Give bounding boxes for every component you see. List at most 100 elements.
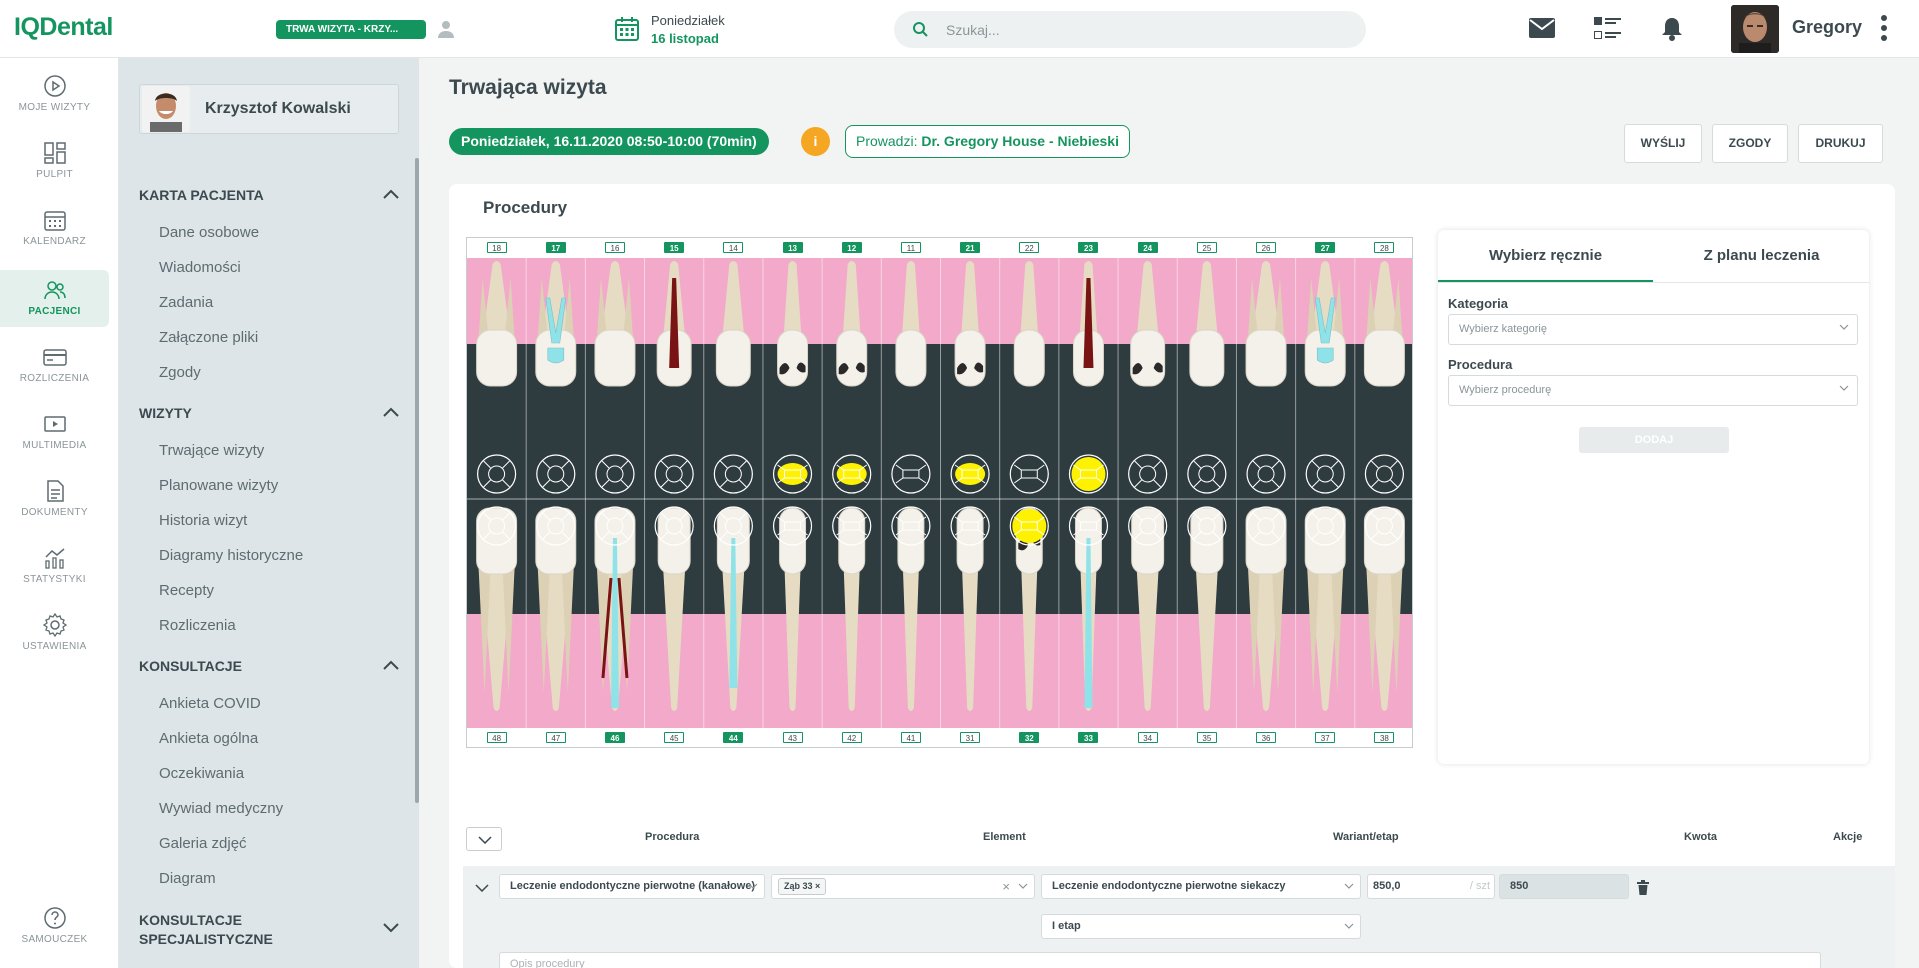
card-title: Procedury <box>483 198 568 217</box>
menu-rozliczenia[interactable]: Rozliczenia <box>159 617 236 634</box>
remove-tag-icon[interactable]: × <box>815 881 820 891</box>
menu-historia-wizyt[interactable]: Historia wizyt <box>159 512 247 529</box>
tab-wybierz-recznie[interactable]: Wybierz ręcznie <box>1438 230 1653 282</box>
menu-dane-osobowe[interactable]: Dane osobowe <box>159 224 259 241</box>
calendar-icon[interactable] <box>614 16 640 42</box>
col-element: Element <box>983 831 1026 843</box>
upper-tooth-crown <box>594 329 636 387</box>
add-procedure-button[interactable]: DODAJ <box>1579 427 1729 453</box>
row-variant-select[interactable]: Leczenie endodontyczne pierwotne siekacz… <box>1041 874 1361 899</box>
section-title: KONSULTACJE SPECJALISTYCZNE <box>139 912 273 947</box>
menu-ankieta-covid[interactable]: Ankieta COVID <box>159 695 261 712</box>
nav-rozliczenia[interactable]: ROZLICZENIA <box>0 337 109 394</box>
top-bar: IQDental TRWA WIZYTA - KRZY... Poniedzia… <box>0 0 1919 58</box>
upper-tooth-crown <box>954 329 986 387</box>
nav-pulpit[interactable]: PULPIT <box>0 133 109 190</box>
procedure-select[interactable]: Wybierz procedurę <box>1448 375 1858 406</box>
menu-galeria-zdjec[interactable]: Galeria zdjęć <box>159 835 247 852</box>
nav-multimedia[interactable]: MULTIMEDIA <box>0 404 109 461</box>
row-stage-select[interactable]: I etap <box>1041 914 1361 939</box>
credit-card-icon <box>42 349 67 366</box>
user-avatar[interactable] <box>1731 5 1779 53</box>
list-icon[interactable] <box>1594 17 1621 41</box>
media-icon <box>43 416 66 432</box>
consents-button[interactable]: ZGODY <box>1712 124 1788 163</box>
patient-card[interactable]: Krzysztof Kowalski <box>139 84 399 134</box>
menu-diagramy-historyczne[interactable]: Diagramy historyczne <box>159 547 303 564</box>
section-konsultacje-specjalistyczne[interactable]: KONSULTACJE SPECJALISTYCZNE <box>139 911 399 949</box>
nav-ustawienia[interactable]: USTAWIENIA <box>0 605 109 662</box>
procedure-label: Procedura <box>1448 357 1513 372</box>
upper-tooth-crown <box>1245 329 1287 387</box>
occlusal-center <box>902 469 920 479</box>
more-icon[interactable] <box>1880 14 1888 42</box>
user-name[interactable]: Gregory <box>1792 17 1862 38</box>
chevron-down-icon <box>1344 883 1354 889</box>
occlusal-lines <box>1371 460 1398 488</box>
element-tag: Ząb 33 × <box>778 878 827 895</box>
collapse-all-button[interactable] <box>466 827 502 851</box>
left-navigation: MOJE WIZYTY PULPIT KALENDARZ PACJENCI RO… <box>0 58 119 968</box>
chevron-down-icon <box>1344 923 1354 929</box>
category-placeholder: Wybierz kategorię <box>1459 323 1547 335</box>
row-qty-input[interactable]: 850,0 / szt <box>1367 874 1495 899</box>
procedures-card: Procedury 18 17 16 15 14 13 12 11 21 22 23 24 25 26 27… <box>449 184 1895 968</box>
menu-wiadomosci[interactable]: Wiadomości <box>159 259 241 276</box>
teeth-diagram[interactable] <box>467 238 1413 748</box>
lower-tooth-crown <box>897 507 925 575</box>
category-select[interactable]: Wybierz kategorię <box>1448 314 1858 345</box>
nav-pacjenci[interactable]: PACJENCI <box>0 270 109 327</box>
mail-icon[interactable] <box>1529 18 1555 38</box>
visit-info-badge[interactable]: i <box>801 127 830 156</box>
procedure-row: Leczenie endodontyczne pierwotne (kanało… <box>463 866 1895 968</box>
lower-tooth-crown <box>838 507 866 575</box>
tab-z-planu-leczenia[interactable]: Z planu leczenia <box>1654 230 1869 282</box>
occlusal-center <box>665 465 683 483</box>
row-procedure-select[interactable]: Leczenie endodontyczne pierwotne (kanało… <box>499 874 765 899</box>
row-description-input[interactable]: Opis procedury <box>499 952 1821 968</box>
print-button[interactable]: DRUKUJ <box>1798 124 1883 163</box>
date-date: 16 listopad <box>651 31 719 46</box>
occlusal-center <box>724 465 742 483</box>
user-icon[interactable] <box>436 19 456 39</box>
nav-kalendarz[interactable]: KALENDARZ <box>0 200 109 257</box>
menu-oczekiwania[interactable]: Oczekiwania <box>159 765 244 782</box>
chevron-down-icon[interactable] <box>475 884 489 892</box>
menu-ankieta-ogolna[interactable]: Ankieta ogólna <box>159 730 258 747</box>
send-button[interactable]: WYŚLIJ <box>1624 124 1702 163</box>
bell-icon[interactable] <box>1661 16 1683 41</box>
section-konsultacje[interactable]: KONSULTACJE <box>139 658 399 674</box>
menu-zalaczone-pliki[interactable]: Załączone pliki <box>159 329 258 346</box>
nav-moje-wizyty[interactable]: MOJE WIZYTY <box>0 66 109 123</box>
upper-tooth-crown <box>1363 329 1405 387</box>
clear-icon[interactable]: × <box>1002 875 1010 898</box>
occlusal-outer-ring <box>476 454 517 494</box>
section-wizyty[interactable]: WIZYTY <box>139 405 399 421</box>
active-visit-badge[interactable]: TRWA WIZYTA - KRZY... <box>276 20 426 39</box>
menu-planowane-wizyty[interactable]: Planowane wizyty <box>159 477 278 494</box>
nav-dokumenty[interactable]: DOKUMENTY <box>0 471 109 528</box>
app-logo[interactable]: IQDental <box>14 13 113 42</box>
patient-avatar <box>142 86 190 132</box>
lower-tooth-root <box>1195 568 1218 711</box>
occlusal-lines <box>483 460 510 488</box>
menu-zgody[interactable]: Zgody <box>159 364 201 381</box>
menu-trwajace-wizyty[interactable]: Trwające wizyty <box>159 442 264 459</box>
nav-samouczek[interactable]: SAMOUCZEK <box>0 898 109 955</box>
nav-statystyki[interactable]: STATYSTYKI <box>0 538 109 595</box>
menu-zadania[interactable]: Zadania <box>159 294 213 311</box>
chevron-down-icon <box>748 883 758 889</box>
doctor-prefix: Prowadzi: <box>856 133 922 149</box>
menu-diagram[interactable]: Diagram <box>159 870 216 887</box>
menu-wywiad-medyczny[interactable]: Wywiad medyczny <box>159 800 283 817</box>
lower-tooth-root <box>962 568 979 711</box>
search-input[interactable] <box>946 11 1346 48</box>
trash-icon[interactable] <box>1637 880 1649 895</box>
lower-tooth-root <box>1021 568 1038 711</box>
section-karta-pacjenta[interactable]: KARTA PACJENTA <box>139 187 399 203</box>
upper-tooth-root <box>783 261 802 338</box>
menu-recepty[interactable]: Recepty <box>159 582 214 599</box>
occlusal-lines <box>1252 460 1280 488</box>
row-element-select[interactable]: Ząb 33 × × <box>771 874 1035 899</box>
document-icon <box>46 480 64 502</box>
